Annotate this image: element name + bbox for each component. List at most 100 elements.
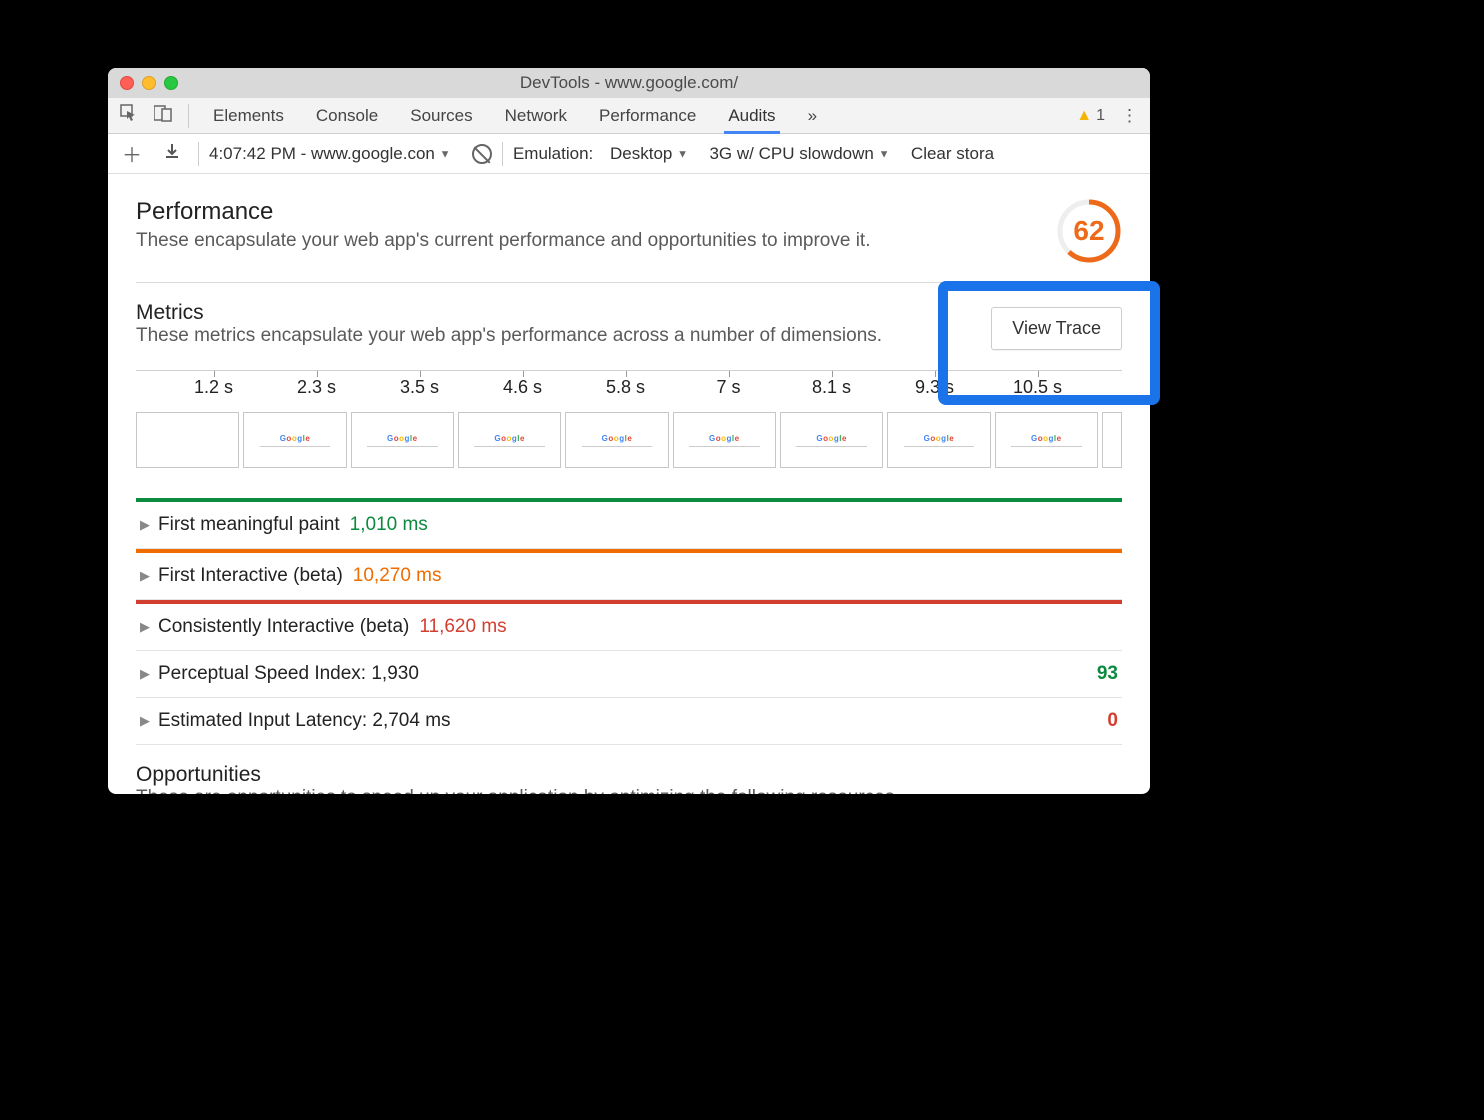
filmstrip-frame[interactable]: Google (887, 412, 990, 468)
metrics-section-header: Metrics These metrics encapsulate your w… (136, 301, 1122, 350)
metric-label: First meaningful paint (158, 514, 340, 536)
chevron-right-icon: ▶ (140, 619, 158, 635)
tab-console[interactable]: Console (302, 98, 392, 134)
metric-label: Perceptual Speed Index: 1,930 (158, 663, 419, 685)
opportunities-section: Opportunities These are opportunities to… (136, 763, 1122, 794)
filmstrip-thumbnails: Google Google Google Google Google Googl… (136, 412, 1122, 468)
window-controls (120, 76, 178, 90)
minimize-window-button[interactable] (142, 76, 156, 90)
timeline-tick: 5.8 s (574, 377, 677, 398)
device-selector-label: Desktop (610, 144, 672, 163)
chevron-right-icon: ▶ (140, 713, 158, 729)
metric-row-first-meaningful-paint[interactable]: ▶ First meaningful paint 1,010 ms (136, 498, 1122, 549)
filmstrip-timeline: 1.2 s 2.3 s 3.5 s 4.6 s 5.8 s 7 s 8.1 s … (136, 370, 1122, 398)
tab-label: Audits (728, 106, 775, 126)
metric-score: 93 (1097, 663, 1118, 685)
tab-label: Elements (213, 106, 284, 126)
chevron-down-icon: ▼ (440, 148, 451, 160)
tab-elements[interactable]: Elements (199, 98, 298, 134)
metric-row-estimated-input-latency[interactable]: ▶ Estimated Input Latency: 2,704 ms 0 (136, 698, 1122, 745)
zoom-window-button[interactable] (164, 76, 178, 90)
tab-label: Console (316, 106, 378, 126)
chevron-right-icon: ▶ (140, 517, 158, 533)
tabs-separator (188, 104, 189, 128)
tab-sources[interactable]: Sources (396, 98, 486, 134)
chevron-right-icon: ▶ (140, 568, 158, 584)
kebab-menu-icon[interactable]: ⋮ (1115, 102, 1144, 130)
filmstrip-frame[interactable]: Google (458, 412, 561, 468)
metrics-title: Metrics (136, 301, 882, 325)
clear-all-icon[interactable] (472, 144, 492, 164)
filmstrip-frame[interactable]: Google (565, 412, 668, 468)
device-selector[interactable]: Desktop ▼ (610, 144, 688, 164)
timeline-tick: 2.3 s (265, 377, 368, 398)
filmstrip-frame[interactable]: Google (995, 412, 1098, 468)
opportunities-title: Opportunities (136, 763, 1122, 787)
chevron-down-icon: ▼ (879, 148, 890, 160)
section-divider (136, 282, 1122, 283)
warning-count: 1 (1096, 107, 1105, 125)
metrics-subtitle: These metrics encapsulate your web app's… (136, 325, 882, 347)
tab-network[interactable]: Network (491, 98, 581, 134)
metric-label: Estimated Input Latency: 2,704 ms (158, 710, 451, 732)
timeline-tick: 3.5 s (368, 377, 471, 398)
filmstrip-frame[interactable]: Google (780, 412, 883, 468)
report-selector-label: 4:07:42 PM - www.google.con (209, 144, 435, 163)
clear-storage-option[interactable]: Clear stora (911, 144, 994, 164)
report-selector[interactable]: 4:07:42 PM - www.google.con ▼ (209, 144, 450, 164)
metric-score: 0 (1107, 710, 1118, 732)
throttle-selector-label: 3G w/ CPU slowdown (709, 144, 873, 163)
warnings-indicator[interactable]: ▲ 1 (1076, 107, 1105, 125)
metric-row-perceptual-speed-index[interactable]: ▶ Perceptual Speed Index: 1,930 93 (136, 651, 1122, 698)
timeline-tick: 9.3 s (883, 377, 986, 398)
overflow-label: » (808, 106, 817, 126)
metrics-list: ▶ First meaningful paint 1,010 ms ▶ Firs… (136, 498, 1122, 745)
metric-value: 10,270 ms (353, 565, 442, 587)
warning-icon: ▲ (1076, 107, 1092, 125)
devtools-window: DevTools - www.google.com/ Elements Cons… (108, 68, 1150, 794)
metric-label: First Interactive (beta) (158, 565, 343, 587)
timeline-tick: 7 s (677, 377, 780, 398)
timeline-tick: 1.2 s (162, 377, 265, 398)
filmstrip-frame[interactable] (1102, 412, 1122, 468)
metric-row-consistently-interactive[interactable]: ▶ Consistently Interactive (beta) 11,620… (136, 600, 1122, 651)
tabs-overflow-button[interactable]: » (794, 98, 831, 134)
emulation-label: Emulation: (513, 144, 593, 164)
filmstrip-frame[interactable]: Google (243, 412, 346, 468)
new-audit-button[interactable]: ＋ (114, 139, 150, 168)
metric-value: 1,010 ms (350, 514, 428, 536)
filmstrip-frame[interactable]: Google (673, 412, 776, 468)
filmstrip-frame[interactable] (136, 412, 239, 468)
window-titlebar: DevTools - www.google.com/ (108, 68, 1150, 98)
timeline-tick: 8.1 s (780, 377, 883, 398)
tab-label: Network (505, 106, 567, 126)
subbar-separator (502, 142, 503, 166)
tab-performance[interactable]: Performance (585, 98, 710, 134)
filmstrip-frame[interactable]: Google (351, 412, 454, 468)
close-window-button[interactable] (120, 76, 134, 90)
performance-score-ring: 62 (1056, 198, 1122, 264)
devtools-tabs-bar: Elements Console Sources Network Perform… (108, 98, 1150, 134)
audits-toolbar: ＋ 4:07:42 PM - www.google.con ▼ Emulatio… (108, 134, 1150, 174)
metric-label: Consistently Interactive (beta) (158, 616, 409, 638)
view-trace-button[interactable]: View Trace (991, 307, 1122, 350)
metric-row-first-interactive[interactable]: ▶ First Interactive (beta) 10,270 ms (136, 549, 1122, 600)
performance-title: Performance (136, 198, 870, 226)
tab-label: Sources (410, 106, 472, 126)
timeline-tick: 10.5 s (986, 377, 1089, 398)
tab-label: Performance (599, 106, 696, 126)
timeline-tick: 4.6 s (471, 377, 574, 398)
window-title: DevTools - www.google.com/ (108, 73, 1150, 93)
performance-subtitle: These encapsulate your web app's current… (136, 230, 870, 252)
device-toolbar-icon[interactable] (148, 100, 178, 131)
audit-report[interactable]: Performance These encapsulate your web a… (108, 174, 1150, 794)
tab-audits[interactable]: Audits (714, 98, 789, 134)
chevron-down-icon: ▼ (677, 148, 688, 160)
subbar-separator (198, 142, 199, 166)
opportunities-subtitle: These are opportunities to speed up your… (136, 787, 1122, 794)
throttle-selector[interactable]: 3G w/ CPU slowdown ▼ (709, 144, 889, 164)
inspect-element-icon[interactable] (114, 100, 144, 131)
clear-storage-label: Clear stora (911, 144, 994, 163)
metric-value: 11,620 ms (419, 616, 506, 638)
download-report-button[interactable] (156, 142, 188, 165)
